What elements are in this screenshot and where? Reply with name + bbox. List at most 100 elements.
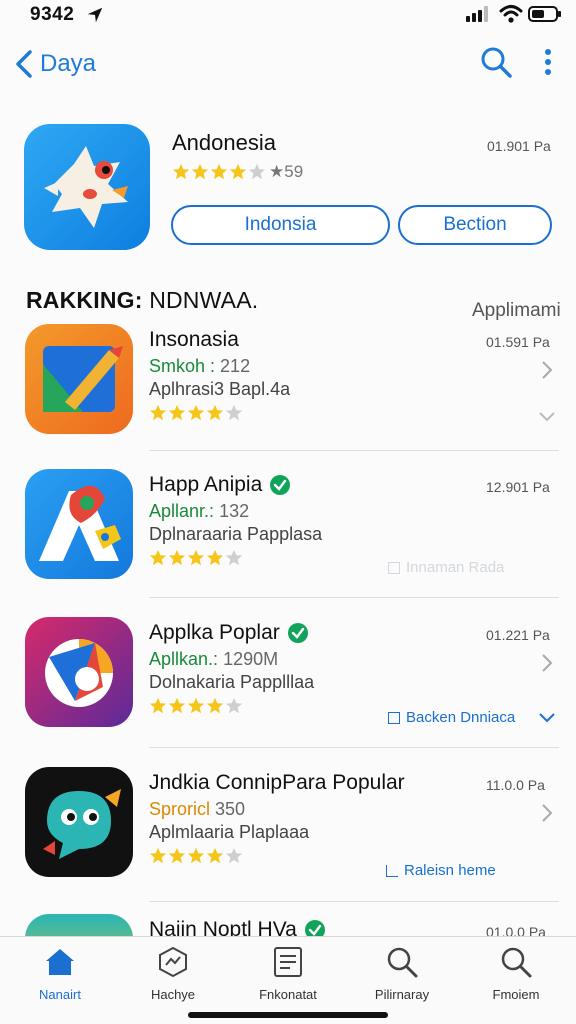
pencil-drawing-icon	[43, 346, 123, 412]
search-icon[interactable]	[480, 46, 512, 78]
star-icon	[225, 697, 243, 714]
tab-label: Hachye	[150, 987, 196, 1002]
tab-fmoiem[interactable]: Fmoiem	[466, 945, 566, 1005]
status-time: 9342	[30, 4, 75, 25]
app-size: 01.221 Pa	[486, 627, 550, 643]
star-rating	[149, 549, 244, 567]
app-name: Jndkia ConnipPara Popular	[149, 771, 405, 794]
star-icon	[229, 163, 247, 180]
divider	[149, 450, 559, 451]
tab-label: Pilirnaray	[374, 987, 430, 1002]
featured-app-meta: 01.901 Pa	[487, 138, 551, 154]
chevron-right-icon[interactable]	[540, 360, 554, 380]
app-description: Dolnakaria Papplllaa	[149, 672, 315, 692]
app-category: Apllanr.: 132	[149, 501, 250, 521]
app-size: 11.0.0 Pa	[486, 777, 545, 793]
pufferfish-icon	[44, 146, 128, 228]
section-title-rest: NDNWAA.	[149, 287, 259, 313]
star-icon	[225, 847, 243, 864]
section-title-bold: RAKKING:	[26, 287, 143, 313]
app-icon	[25, 469, 133, 579]
app-size: 01.591 Pa	[486, 334, 550, 350]
app-secondary-link[interactable]: Backen Dnniaca	[388, 709, 515, 726]
tab-label: Nanairt	[39, 987, 81, 1002]
list-item[interactable]: Jndkia ConnipPara Popular Sproricl 350 A…	[0, 767, 576, 917]
verified-badge-icon	[304, 920, 325, 936]
tab-hachye[interactable]: Hachye	[123, 945, 223, 1005]
star-icon	[225, 549, 243, 566]
battery-icon	[528, 6, 561, 22]
section-title: RAKKING: NDNWAA.	[26, 287, 258, 314]
home-icon	[46, 949, 74, 975]
status-bar: 9342	[0, 0, 576, 32]
app-description: Aplhrasi3 Bapl.4a	[149, 379, 291, 399]
tab-fnkonatat[interactable]: Fnkonatat	[238, 945, 338, 1005]
app-category: Smkoh : 212	[149, 356, 251, 376]
app-icon	[25, 914, 133, 936]
featured-app-icon[interactable]	[24, 124, 150, 250]
star-icon	[187, 404, 205, 421]
app-secondary-link[interactable]: Innaman Rada	[388, 559, 504, 576]
search-icon	[387, 947, 418, 978]
star-icon	[149, 404, 167, 421]
star-rating	[149, 404, 244, 422]
nav-bar: Daya	[0, 38, 576, 90]
wifi-icon	[499, 5, 523, 23]
app-category: Sproricl 350	[149, 799, 246, 819]
star-icon	[210, 163, 228, 180]
star-icon	[168, 549, 186, 566]
star-icon	[187, 847, 205, 864]
primary-action-button[interactable]: Indonsia	[171, 205, 390, 245]
back-label: Daya	[40, 50, 97, 77]
tab-label: Fmoiem	[492, 987, 540, 1002]
section-see-all-link[interactable]: Applimami	[472, 300, 561, 322]
document-icon	[274, 947, 302, 977]
star-icon	[206, 847, 224, 864]
star-rating	[149, 847, 244, 865]
back-button[interactable]: Daya	[14, 48, 104, 80]
chevron-right-icon[interactable]	[540, 803, 554, 823]
chevron-down-icon[interactable]	[538, 410, 556, 424]
location-arrow-icon	[87, 7, 103, 23]
divider	[149, 747, 559, 748]
chevron-right-icon[interactable]	[540, 653, 554, 673]
signal-icon	[466, 6, 488, 22]
app-description: Aplmlaaria Plaplaaa	[149, 822, 310, 842]
star-icon	[248, 163, 266, 180]
home-indicator	[188, 1012, 388, 1018]
app-icon	[25, 767, 133, 877]
star-icon	[168, 847, 186, 864]
chevron-down-icon[interactable]	[538, 711, 556, 725]
featured-rating: ★59	[172, 162, 303, 182]
star-icon	[187, 549, 205, 566]
star-icon	[206, 404, 224, 421]
app-size: 01.0.0 Pa	[486, 924, 546, 936]
list-item[interactable]: Najin Noptl HVa 01.0.0 Pa	[0, 914, 576, 936]
star-icon	[172, 163, 190, 180]
tab-home[interactable]: Nanairt	[10, 945, 110, 1005]
app-name: Applka Poplar	[149, 621, 308, 645]
star-icon	[206, 697, 224, 714]
star-icon	[168, 697, 186, 714]
search-icon	[501, 947, 532, 978]
more-options-icon[interactable]	[540, 46, 556, 78]
tab-pilirnaray[interactable]: Pilirnaray	[352, 945, 452, 1005]
star-icon	[149, 697, 167, 714]
app-name: Happ Anipia	[149, 473, 291, 497]
divider	[149, 901, 559, 902]
app-category: Apllkan.: 1290M	[149, 649, 279, 669]
star-icon	[149, 847, 167, 864]
chat-bird-icon	[43, 789, 121, 859]
secondary-action-button[interactable]: Bection	[398, 205, 552, 245]
featured-app-title: Andonesia	[172, 130, 276, 155]
app-icon	[25, 324, 133, 434]
app-size: 12.901 Pa	[486, 479, 550, 495]
star-icon	[168, 404, 186, 421]
divider	[149, 597, 559, 598]
list-item[interactable]: Insonasia Smkoh : 212 Aplhrasi3 Bapl.4a …	[0, 324, 576, 474]
star-rating	[172, 163, 267, 181]
star-icon	[225, 404, 243, 421]
map-pin-icon	[39, 485, 121, 561]
list-item[interactable]: Applka Poplar Apllkan.: 1290M Dolnakaria…	[0, 617, 576, 767]
app-secondary-link[interactable]: Raleisn heme	[386, 862, 496, 879]
